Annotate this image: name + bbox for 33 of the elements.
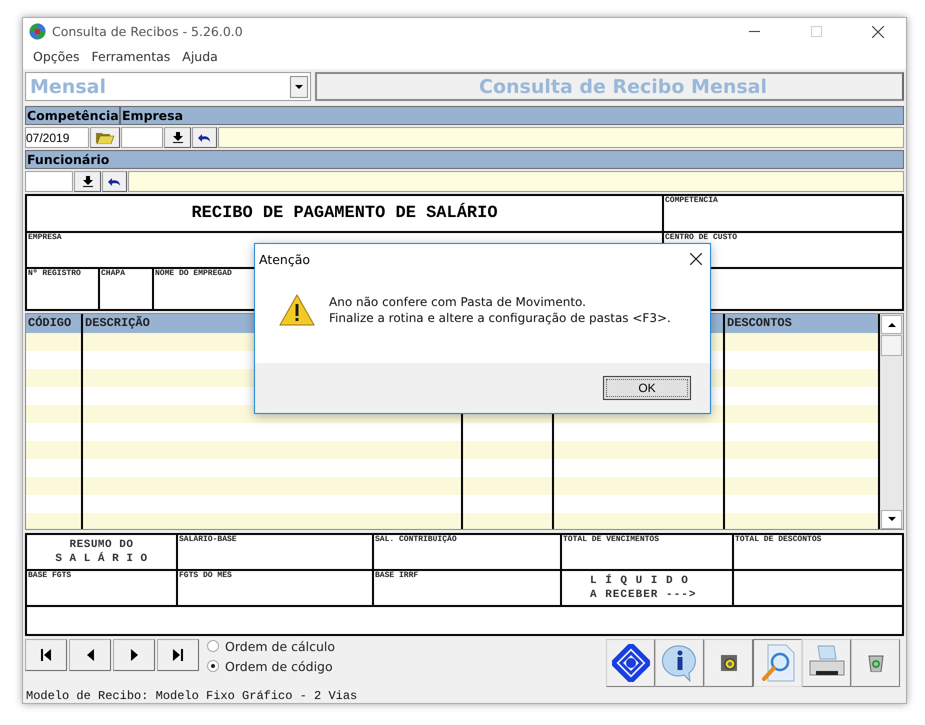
field-caption: Nº REGISTRO (28, 269, 81, 278)
summary-title: RESUMO DO S A L Á R I O (54, 538, 149, 566)
competencia-field[interactable]: 07/2019 (25, 127, 89, 148)
field-caption: NOME DO EMPREGAD (155, 269, 232, 278)
field-caption: TOTAL DE VENCIMENTOS (563, 534, 660, 544)
field-label: Funcionário (26, 151, 110, 168)
field-caption: EMPRESA (28, 233, 62, 242)
receipt-title: RECIBO DE PAGAMENTO DE SALÁRIO (190, 204, 499, 224)
field-caption: SALÁRIO-BASE (179, 534, 237, 544)
field-caption: SAL. CONTRIBUIÇÃO (375, 534, 457, 544)
window-title: Consulta de Recibos - 5.26.0.0 (52, 24, 244, 39)
order-radio[interactable]: Ordem de código (207, 658, 336, 674)
status-text: Modelo de Recibo: Modelo Fixo Gráfico - 2 Vias (25, 688, 358, 703)
menu-item[interactable]: Ferramentas (86, 49, 176, 64)
field-caption: COMPETÊNCIA (665, 196, 718, 206)
field-caption: BASE FGTS (28, 570, 72, 580)
field-label: Empresa (121, 107, 184, 124)
menu-item[interactable]: Opções (27, 49, 86, 64)
menu-item[interactable]: Ajuda (176, 49, 224, 64)
dialog-message: Ano não confere com Pasta de Movimento. (329, 294, 587, 310)
dialog-title: Atenção (259, 252, 310, 266)
field-caption: TOTAL DE DESCONTOS (735, 534, 822, 544)
field-caption: CHAPA (101, 269, 126, 278)
column-header: CÓDIGO (26, 314, 81, 334)
ok-button[interactable]: OK (603, 376, 691, 400)
order-radio[interactable]: Ordem de cálculo (207, 638, 336, 654)
field-caption: FGTS DO MÊS (179, 570, 232, 580)
field-caption: BASE IRRF (375, 570, 418, 580)
net-pay-label: L Í Q U I D O A RECEBER ---> (589, 572, 698, 602)
field-caption: CENTRO DE CUSTO (665, 233, 738, 242)
column-header: DESCONTOS (725, 314, 878, 334)
page-heading: Consulta de Recibo Mensal (315, 72, 904, 102)
field-label: Competência (26, 107, 121, 124)
